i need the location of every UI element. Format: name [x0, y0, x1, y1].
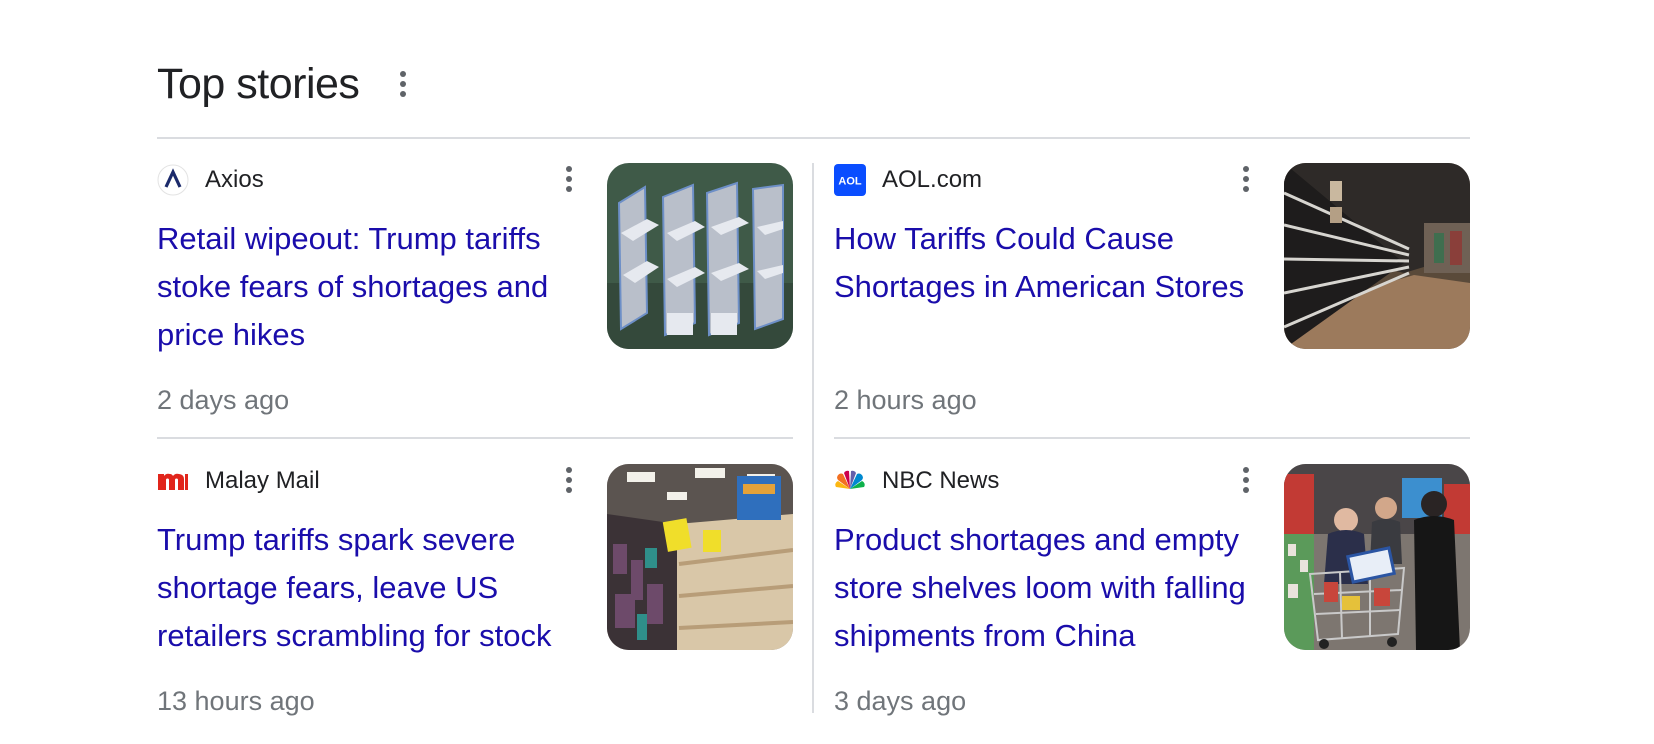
story-thumbnail[interactable]	[1284, 464, 1470, 650]
story-menu-icon[interactable]	[1234, 159, 1258, 199]
nbc-peacock-logo-icon	[834, 465, 866, 497]
story-headline-link[interactable]: How Tariffs Could Cause Shortages in Ame…	[834, 215, 1264, 311]
story-thumbnail[interactable]	[607, 464, 793, 650]
source-name: NBC News	[882, 467, 1000, 494]
story-source: NBC News	[834, 464, 999, 498]
story-thumbnail[interactable]	[1284, 163, 1470, 349]
story-card-nbc-news[interactable]: NBC News Product shortages and empty sto…	[834, 464, 1470, 744]
shoppers-with-carts-photo	[1284, 464, 1470, 650]
story-card-axios[interactable]: Axios Retail wipeout: Trump tariffs stok…	[157, 163, 793, 443]
story-headline-link[interactable]: Product shortages and empty store shelve…	[834, 516, 1264, 660]
malay-mail-logo-icon	[157, 465, 189, 497]
header-divider	[157, 137, 1470, 139]
story-thumbnail[interactable]	[607, 163, 793, 349]
story-menu-icon[interactable]	[557, 159, 581, 199]
empty-store-aisle-photo	[1284, 163, 1470, 349]
story-source: AOL AOL.com	[834, 163, 982, 197]
source-name: Malay Mail	[205, 467, 320, 494]
axios-logo-icon	[157, 164, 189, 196]
story-headline-link[interactable]: Retail wipeout: Trump tariffs stoke fear…	[157, 215, 587, 359]
more-vert-icon[interactable]	[391, 64, 415, 104]
source-name: Axios	[205, 166, 264, 193]
story-card-malay-mail[interactable]: Malay Mail Trump tariffs spark severe sh…	[157, 464, 793, 744]
story-headline-link[interactable]: Trump tariffs spark severe shortage fear…	[157, 516, 587, 660]
story-timestamp: 3 days ago	[834, 686, 967, 716]
section-title: Top stories	[157, 60, 360, 108]
aol-logo-icon: AOL	[834, 164, 866, 196]
story-menu-icon[interactable]	[557, 460, 581, 500]
story-source: Malay Mail	[157, 464, 320, 498]
empty-shelves-illustration	[607, 163, 793, 349]
bare-shelves-photo	[607, 464, 793, 650]
story-timestamp: 2 days ago	[157, 385, 290, 415]
top-stories-section: Top stories Axios Retail wipeout: Trump …	[157, 0, 1470, 736]
column-divider	[812, 163, 814, 713]
story-timestamp: 2 hours ago	[834, 385, 977, 415]
story-source: Axios	[157, 163, 264, 197]
story-timestamp: 13 hours ago	[157, 686, 315, 716]
section-header: Top stories	[157, 52, 415, 116]
source-name: AOL.com	[882, 166, 983, 193]
story-card-aol[interactable]: AOL AOL.com How Tariffs Could Cause Shor…	[834, 163, 1470, 443]
story-menu-icon[interactable]	[1234, 460, 1258, 500]
svg-text:AOL: AOL	[838, 176, 862, 188]
